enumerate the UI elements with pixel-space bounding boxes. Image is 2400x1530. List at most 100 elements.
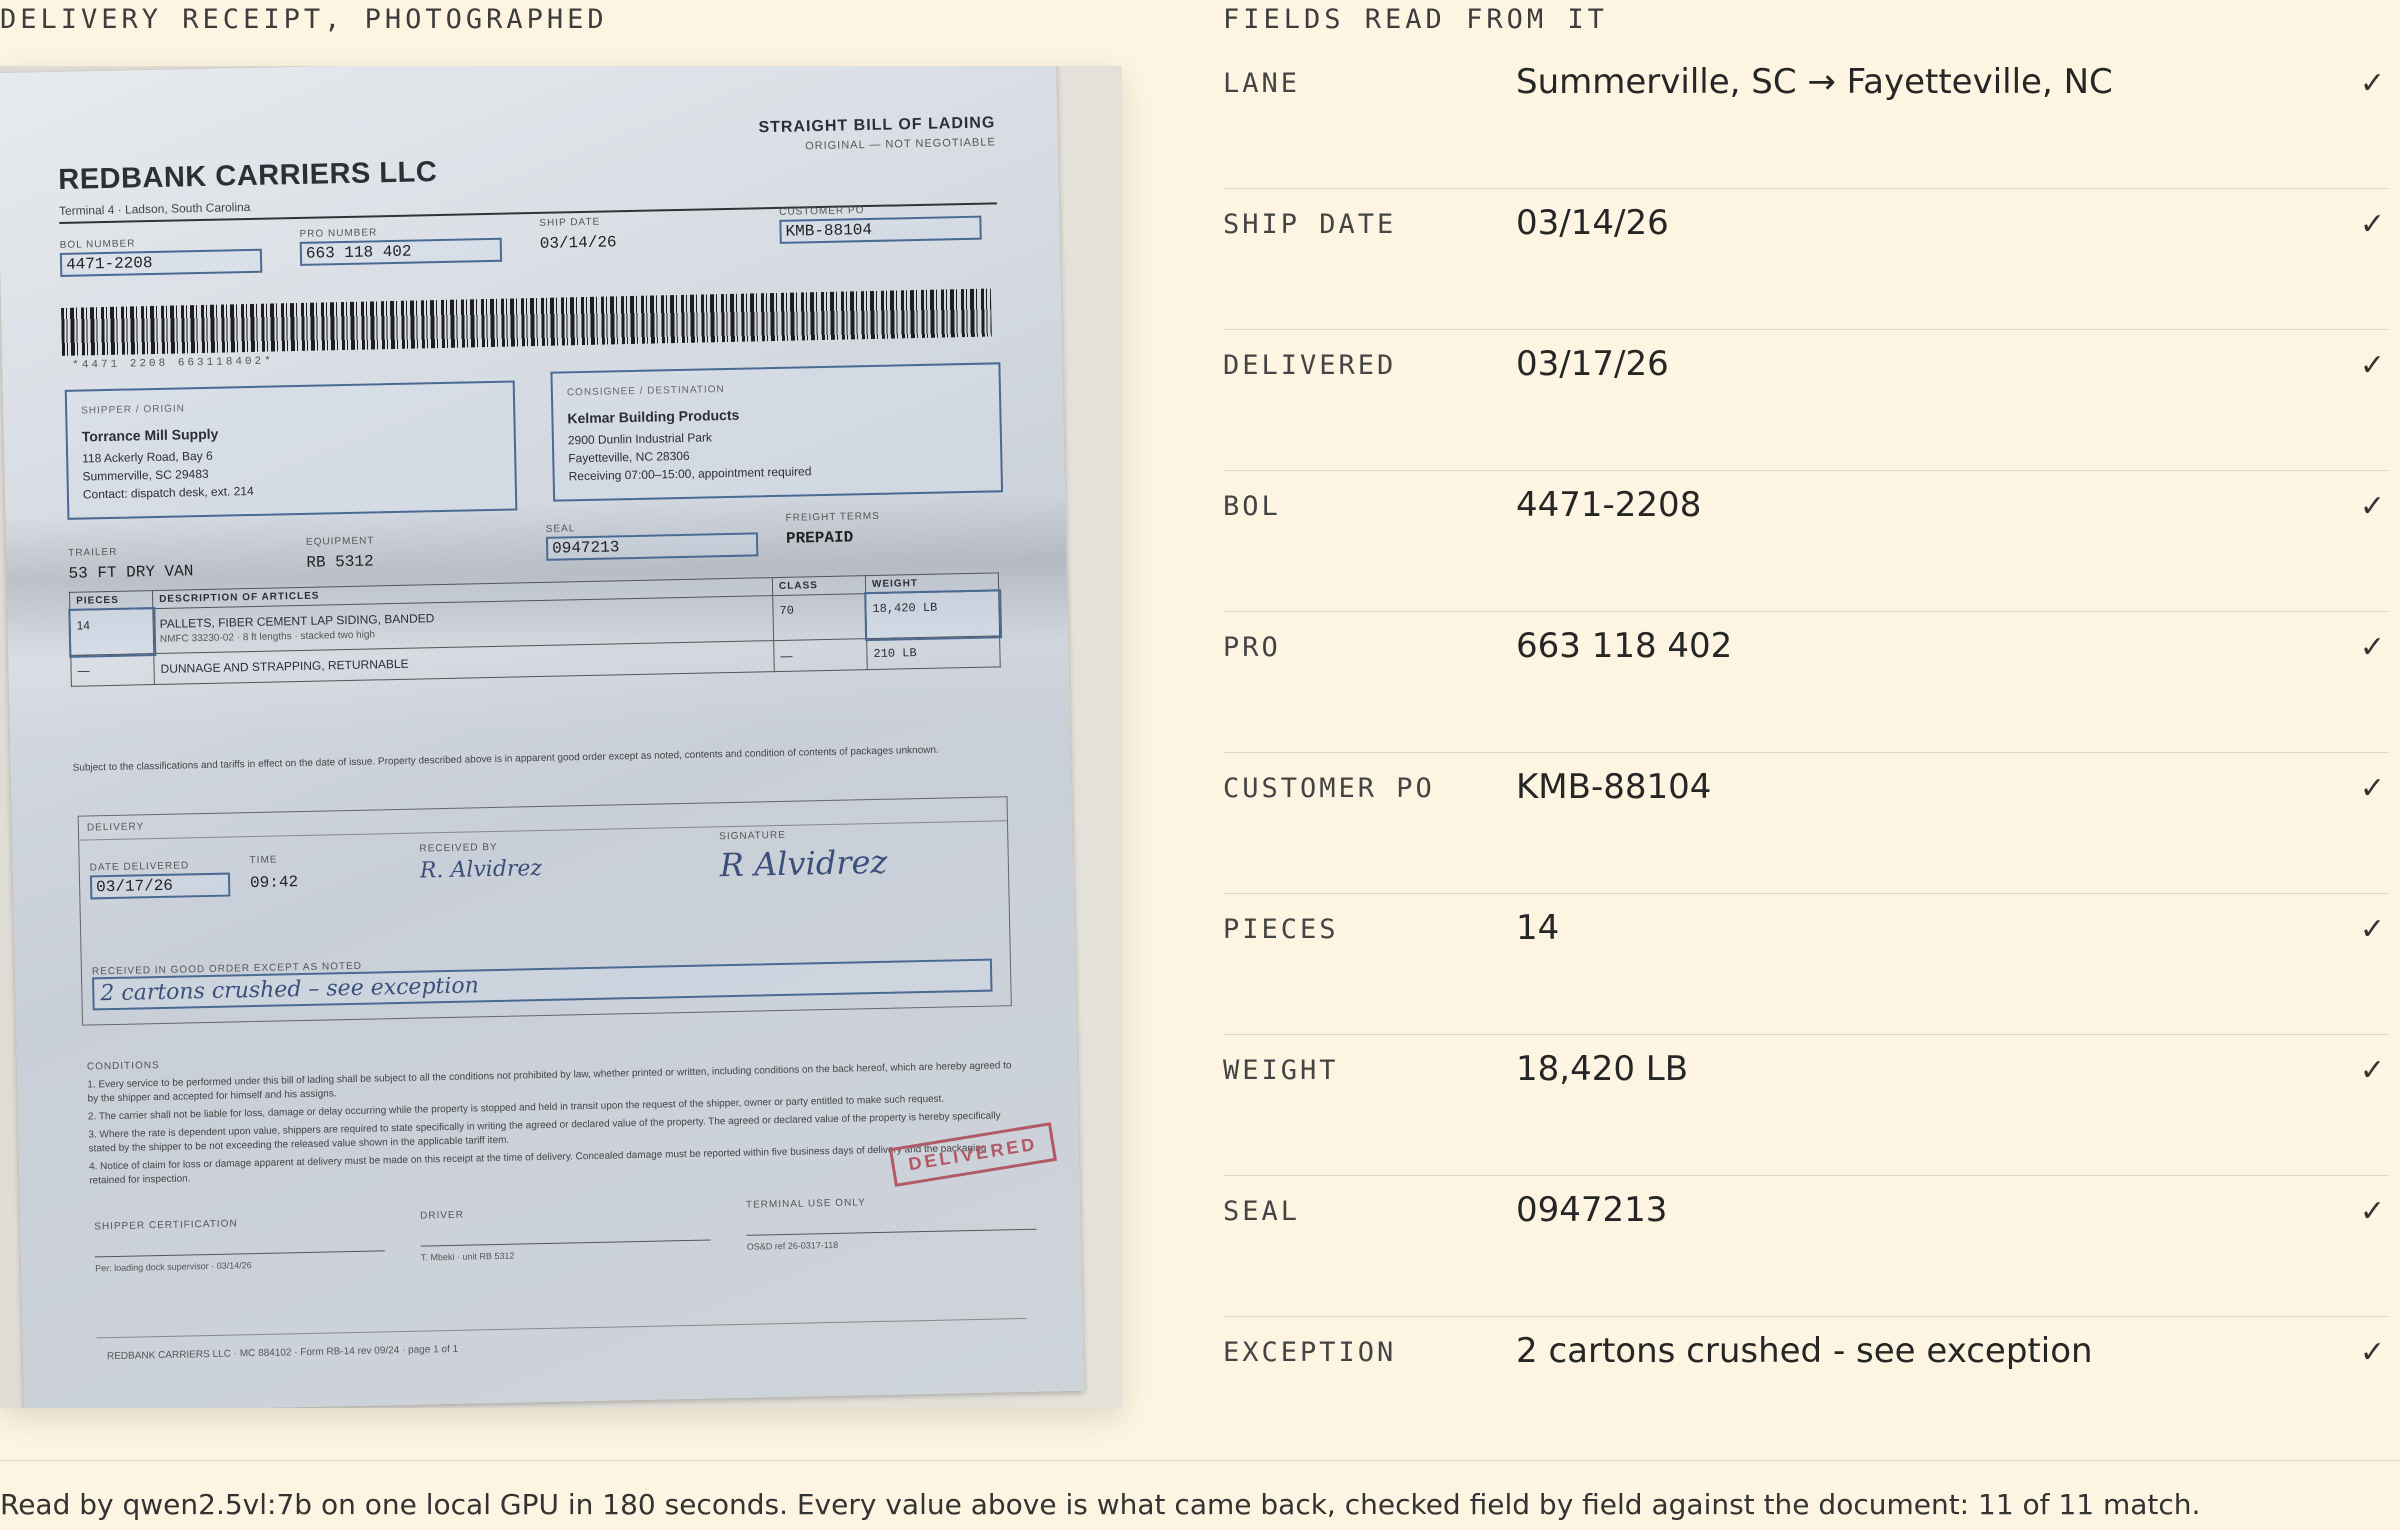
field-value: 03/14/26	[1516, 203, 1669, 243]
check-icon: ✓	[2359, 207, 2385, 242]
date-delivered-label: DATE DELIVERED	[89, 860, 190, 874]
trailer-value: 53 FT DRY VAN	[68, 562, 194, 583]
col-header: PIECES	[69, 590, 153, 611]
bol-value: 4471-2208	[59, 248, 263, 277]
carrier-name: REDBANK CARRIERS LLC	[57, 156, 438, 196]
time-field: TIME 09:42	[249, 854, 299, 893]
shipper-label: SHIPPER / ORIGIN	[81, 403, 186, 417]
field-row-pieces: PIECES 14 ✓	[1223, 894, 2389, 1035]
subject-text: Subject to the classifications and tarif…	[72, 744, 939, 774]
seal-value: 0947213	[545, 532, 759, 561]
articles-table: PIECES DESCRIPTION OF ARTICLES CLASS WEI…	[67, 572, 1002, 687]
signature-label: SIGNATURE	[719, 829, 786, 843]
signature-value: R Alvidrez	[719, 842, 888, 885]
class-cell: —	[773, 638, 868, 672]
form-footer: REDBANK CARRIERS LLC · MC 884102 · Form …	[106, 1343, 459, 1363]
field-row-delivered: DELIVERED 03/17/26 ✓	[1223, 330, 2389, 471]
trailer-field: TRAILER 53 FT DRY VAN	[68, 545, 194, 583]
field-row-exception: EXCEPTION 2 cartons crushed - see except…	[1223, 1317, 2389, 1457]
barcode	[61, 288, 992, 356]
field-value: 0947213	[1516, 1190, 1668, 1230]
field-value: 4471-2208	[1516, 485, 1702, 525]
footer-note: Read by qwen2.5vl:7b on one local GPU in…	[0, 1488, 2201, 1521]
pieces-cell: —	[70, 653, 155, 687]
field-name: PIECES	[1223, 914, 1339, 945]
weight-cell: 210 LB	[866, 635, 1001, 670]
check-icon: ✓	[2359, 348, 2385, 383]
field-row-ship-date: SHIP DATE 03/14/26 ✓	[1223, 189, 2389, 330]
received-by-field: RECEIVED BY R. Alvidrez	[419, 841, 542, 884]
check-icon: ✓	[2359, 1335, 2385, 1370]
photo-caption: DELIVERY RECEIPT, PHOTOGRAPHED	[0, 4, 608, 35]
driver-signoff: DRIVER T. Mbeki · unit RB 5312	[420, 1205, 711, 1263]
field-row-customer-po: CUSTOMER PO KMB-88104 ✓	[1223, 753, 2389, 894]
terminal-use: TERMINAL USE ONLY OS&D ref 26-0317-118	[746, 1194, 1037, 1252]
field-value: 03/17/26	[1516, 344, 1669, 384]
exception-field: RECEIVED IN GOOD ORDER EXCEPT AS NOTED 2…	[92, 948, 993, 1011]
signature-field: SIGNATURE R Alvidrez	[719, 828, 888, 884]
check-icon: ✓	[2359, 771, 2385, 806]
consignee-box: CONSIGNEE / DESTINATION Kelmar Building …	[550, 362, 1004, 502]
consignee-name: Kelmar Building Products	[567, 406, 740, 427]
field-value: KMB-88104	[1516, 767, 1712, 807]
check-icon: ✓	[2359, 66, 2385, 101]
field-name: CUSTOMER PO	[1223, 773, 1435, 804]
ship-date-label: SHIP DATE	[539, 216, 601, 229]
field-name: SEAL	[1223, 1196, 1301, 1227]
ship-date-value: 03/14/26	[539, 233, 617, 253]
bill-of-lading-document: REDBANK CARRIERS LLC Terminal 4 · Ladson…	[0, 66, 1084, 1408]
pieces-cell: 14	[67, 606, 156, 658]
shipper-cert-note: Per: loading dock supervisor · 03/14/26	[95, 1260, 252, 1274]
freight-terms-label: FREIGHT TERMS	[785, 510, 880, 524]
field-row-lane: LANE Summerville, SC → Fayetteville, NC …	[1223, 48, 2389, 189]
freight-terms-field: FREIGHT TERMS PREPAID	[785, 511, 880, 548]
ship-date-field: SHIP DATE 03/14/26	[539, 216, 617, 253]
bol-field: BOL NUMBER 4471-2208	[60, 236, 263, 277]
shipper-box: SHIPPER / ORIGIN Torrance Mill Supply 11…	[64, 380, 518, 520]
receipt-photo: REDBANK CARRIERS LLC Terminal 4 · Ladson…	[0, 66, 1122, 1408]
trailer-label: TRAILER	[68, 546, 118, 559]
footer-rule	[96, 1317, 1027, 1339]
footer-divider	[0, 1460, 2400, 1461]
field-row-seal: SEAL 0947213 ✓	[1223, 1176, 2389, 1317]
extracted-fields-list: LANE Summerville, SC → Fayetteville, NC …	[1223, 48, 2389, 1457]
carrier-terminal: Terminal 4 · Ladson, South Carolina	[58, 199, 251, 218]
equipment-field: EQUIPMENT RB 5312	[306, 535, 375, 571]
time-label: TIME	[249, 854, 278, 867]
weight-cell: 18,420 LB	[863, 588, 1002, 641]
pro-field: PRO NUMBER 663 118 402	[299, 225, 503, 266]
check-icon: ✓	[2359, 489, 2385, 524]
equipment-label: EQUIPMENT	[305, 535, 375, 548]
field-value: 18,420 LB	[1516, 1049, 1689, 1089]
date-delivered-value: 03/17/26	[89, 872, 231, 900]
field-value: Summerville, SC → Fayetteville, NC	[1516, 62, 2113, 102]
barcode-text: *4471 2208 663118402*	[72, 355, 274, 372]
field-value: 14	[1516, 908, 1560, 948]
field-value: 2 cartons crushed - see exception	[1516, 1331, 2093, 1371]
field-name: DELIVERED	[1223, 350, 1397, 381]
terminal-note: OS&D ref 26-0317-118	[746, 1239, 839, 1252]
check-icon: ✓	[2359, 1194, 2385, 1229]
field-name: SHIP DATE	[1223, 209, 1397, 240]
shipper-certification: SHIPPER CERTIFICATION Per: loading dock …	[94, 1215, 385, 1273]
field-name: BOL	[1223, 491, 1281, 522]
shipper-name: Torrance Mill Supply	[81, 425, 219, 445]
document-title: STRAIGHT BILL OF LADING	[758, 114, 996, 137]
field-row-pro: PRO 663 118 402 ✓	[1223, 612, 2389, 753]
delivery-section: DELIVERY DATE DELIVERED 03/17/26 TIME 09…	[77, 796, 1012, 1026]
equipment-value: RB 5312	[306, 552, 374, 572]
check-icon: ✓	[2359, 1053, 2385, 1088]
field-name: EXCEPTION	[1223, 1337, 1397, 1368]
pro-value: 663 118 402	[299, 237, 503, 266]
check-icon: ✓	[2359, 912, 2385, 947]
customer-po-field: CUSTOMER PO KMB-88104	[779, 203, 982, 244]
field-name: LANE	[1223, 68, 1301, 99]
field-name: WEIGHT	[1223, 1055, 1339, 1086]
check-icon: ✓	[2359, 630, 2385, 665]
customer-po-value: KMB-88104	[779, 215, 982, 244]
received-by-value: R. Alvidrez	[419, 855, 543, 884]
time-value: 09:42	[249, 873, 299, 893]
fields-caption: FIELDS READ FROM IT	[1223, 4, 1608, 35]
field-row-weight: WEIGHT 18,420 LB ✓	[1223, 1035, 2389, 1176]
received-by-label: RECEIVED BY	[419, 841, 498, 855]
